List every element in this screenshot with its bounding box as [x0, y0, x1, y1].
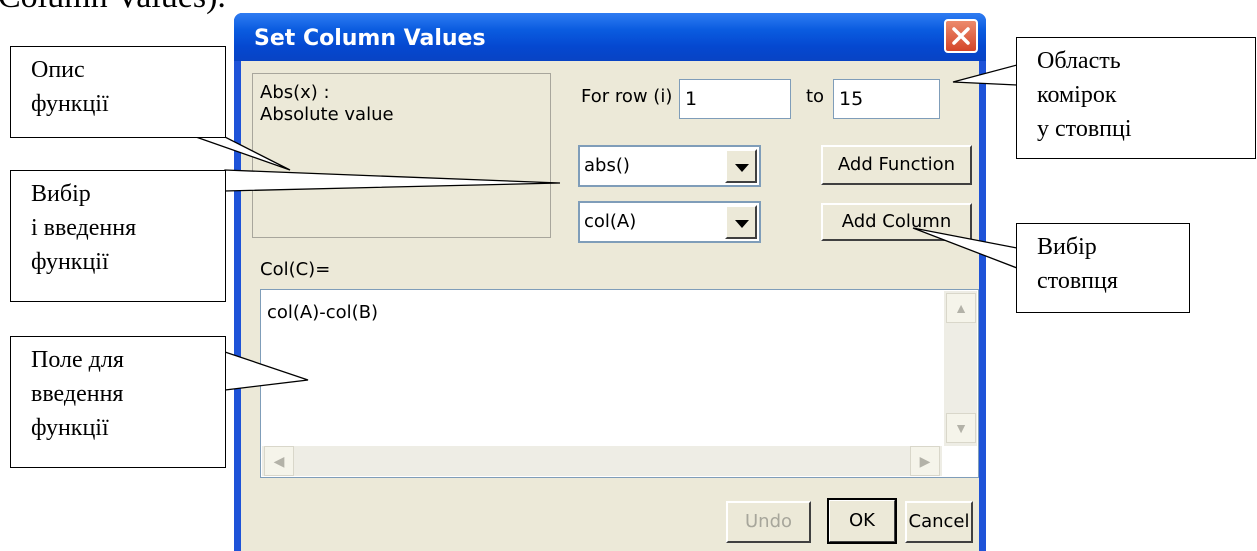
column-select[interactable]: col(A)	[578, 201, 761, 243]
close-icon	[952, 27, 970, 45]
chevron-down-icon[interactable]	[725, 205, 757, 239]
callout-column-select-line: Вибір	[1037, 234, 1097, 260]
callout-cell-range-line: комірок	[1037, 82, 1117, 108]
undo-button[interactable]: Undo	[726, 501, 811, 543]
callout-description: Опис функції	[10, 46, 226, 138]
function-description: Absolute value	[260, 104, 394, 125]
callout-input-field-line: функції	[31, 415, 109, 441]
scroll-up-icon[interactable]: ▲	[946, 293, 976, 323]
row-to-input[interactable]: 15	[833, 79, 940, 119]
for-row-label: For row (i)	[581, 86, 673, 107]
add-column-button[interactable]: Add Column	[821, 203, 972, 241]
target-column-label: Col(C)=	[260, 259, 331, 280]
callout-input-field: Поле для введення функції	[10, 336, 226, 468]
function-signature: Abs(x) :	[260, 82, 330, 103]
column-select-value: col(A)	[584, 211, 637, 232]
callout-description-line: функції	[31, 91, 109, 117]
callout-function-select-line: функції	[31, 249, 109, 275]
set-column-values-dialog: Set Column Values Abs(x) : Absolute valu…	[234, 13, 986, 551]
scroll-right-icon[interactable]: ▶	[910, 446, 940, 476]
title-bar[interactable]: Set Column Values	[234, 13, 986, 61]
ok-button[interactable]: OK	[827, 498, 897, 544]
to-label: to	[806, 86, 825, 107]
callout-function-select-line: і введення	[31, 215, 137, 241]
dialog-title: Set Column Values	[254, 26, 486, 51]
row-from-input[interactable]: 1	[679, 79, 791, 119]
expression-textarea[interactable]: col(A)-col(B) ▲ ▼ ◀ ▶	[260, 289, 979, 478]
callout-cell-range-line: у стовпці	[1037, 116, 1132, 142]
callout-input-field-line: введення	[31, 381, 124, 407]
callout-column-select-line: стовпця	[1037, 268, 1118, 294]
expression-text: col(A)-col(B)	[267, 302, 379, 323]
horizontal-scrollbar[interactable]: ◀ ▶	[262, 446, 942, 476]
add-function-button[interactable]: Add Function	[821, 145, 972, 185]
function-description-box: Abs(x) : Absolute value	[252, 73, 551, 238]
callout-function-select-line: Вибір	[31, 181, 91, 207]
close-button[interactable]	[944, 19, 978, 53]
page-heading: Column Values).	[0, 0, 226, 16]
callout-input-field-line: Поле для	[31, 347, 124, 373]
dialog-client-area: Abs(x) : Absolute value For row (i) 1 to…	[241, 61, 979, 551]
scroll-left-icon[interactable]: ◀	[264, 446, 294, 476]
callout-function-select: Вибір і введення функції	[10, 170, 226, 302]
chevron-down-icon[interactable]	[725, 149, 757, 183]
callout-description-line: Опис	[31, 57, 85, 83]
callout-cell-range: Область комірок у стовпці	[1016, 37, 1256, 159]
scroll-down-icon[interactable]: ▼	[946, 413, 976, 443]
function-select[interactable]: abs()	[578, 145, 761, 187]
vertical-scrollbar[interactable]: ▲ ▼	[944, 291, 977, 446]
callout-cell-range-line: Область	[1037, 48, 1121, 74]
cancel-button[interactable]: Cancel	[905, 501, 973, 543]
callout-column-select: Вибір стовпця	[1016, 223, 1190, 313]
function-select-value: abs()	[584, 155, 630, 176]
